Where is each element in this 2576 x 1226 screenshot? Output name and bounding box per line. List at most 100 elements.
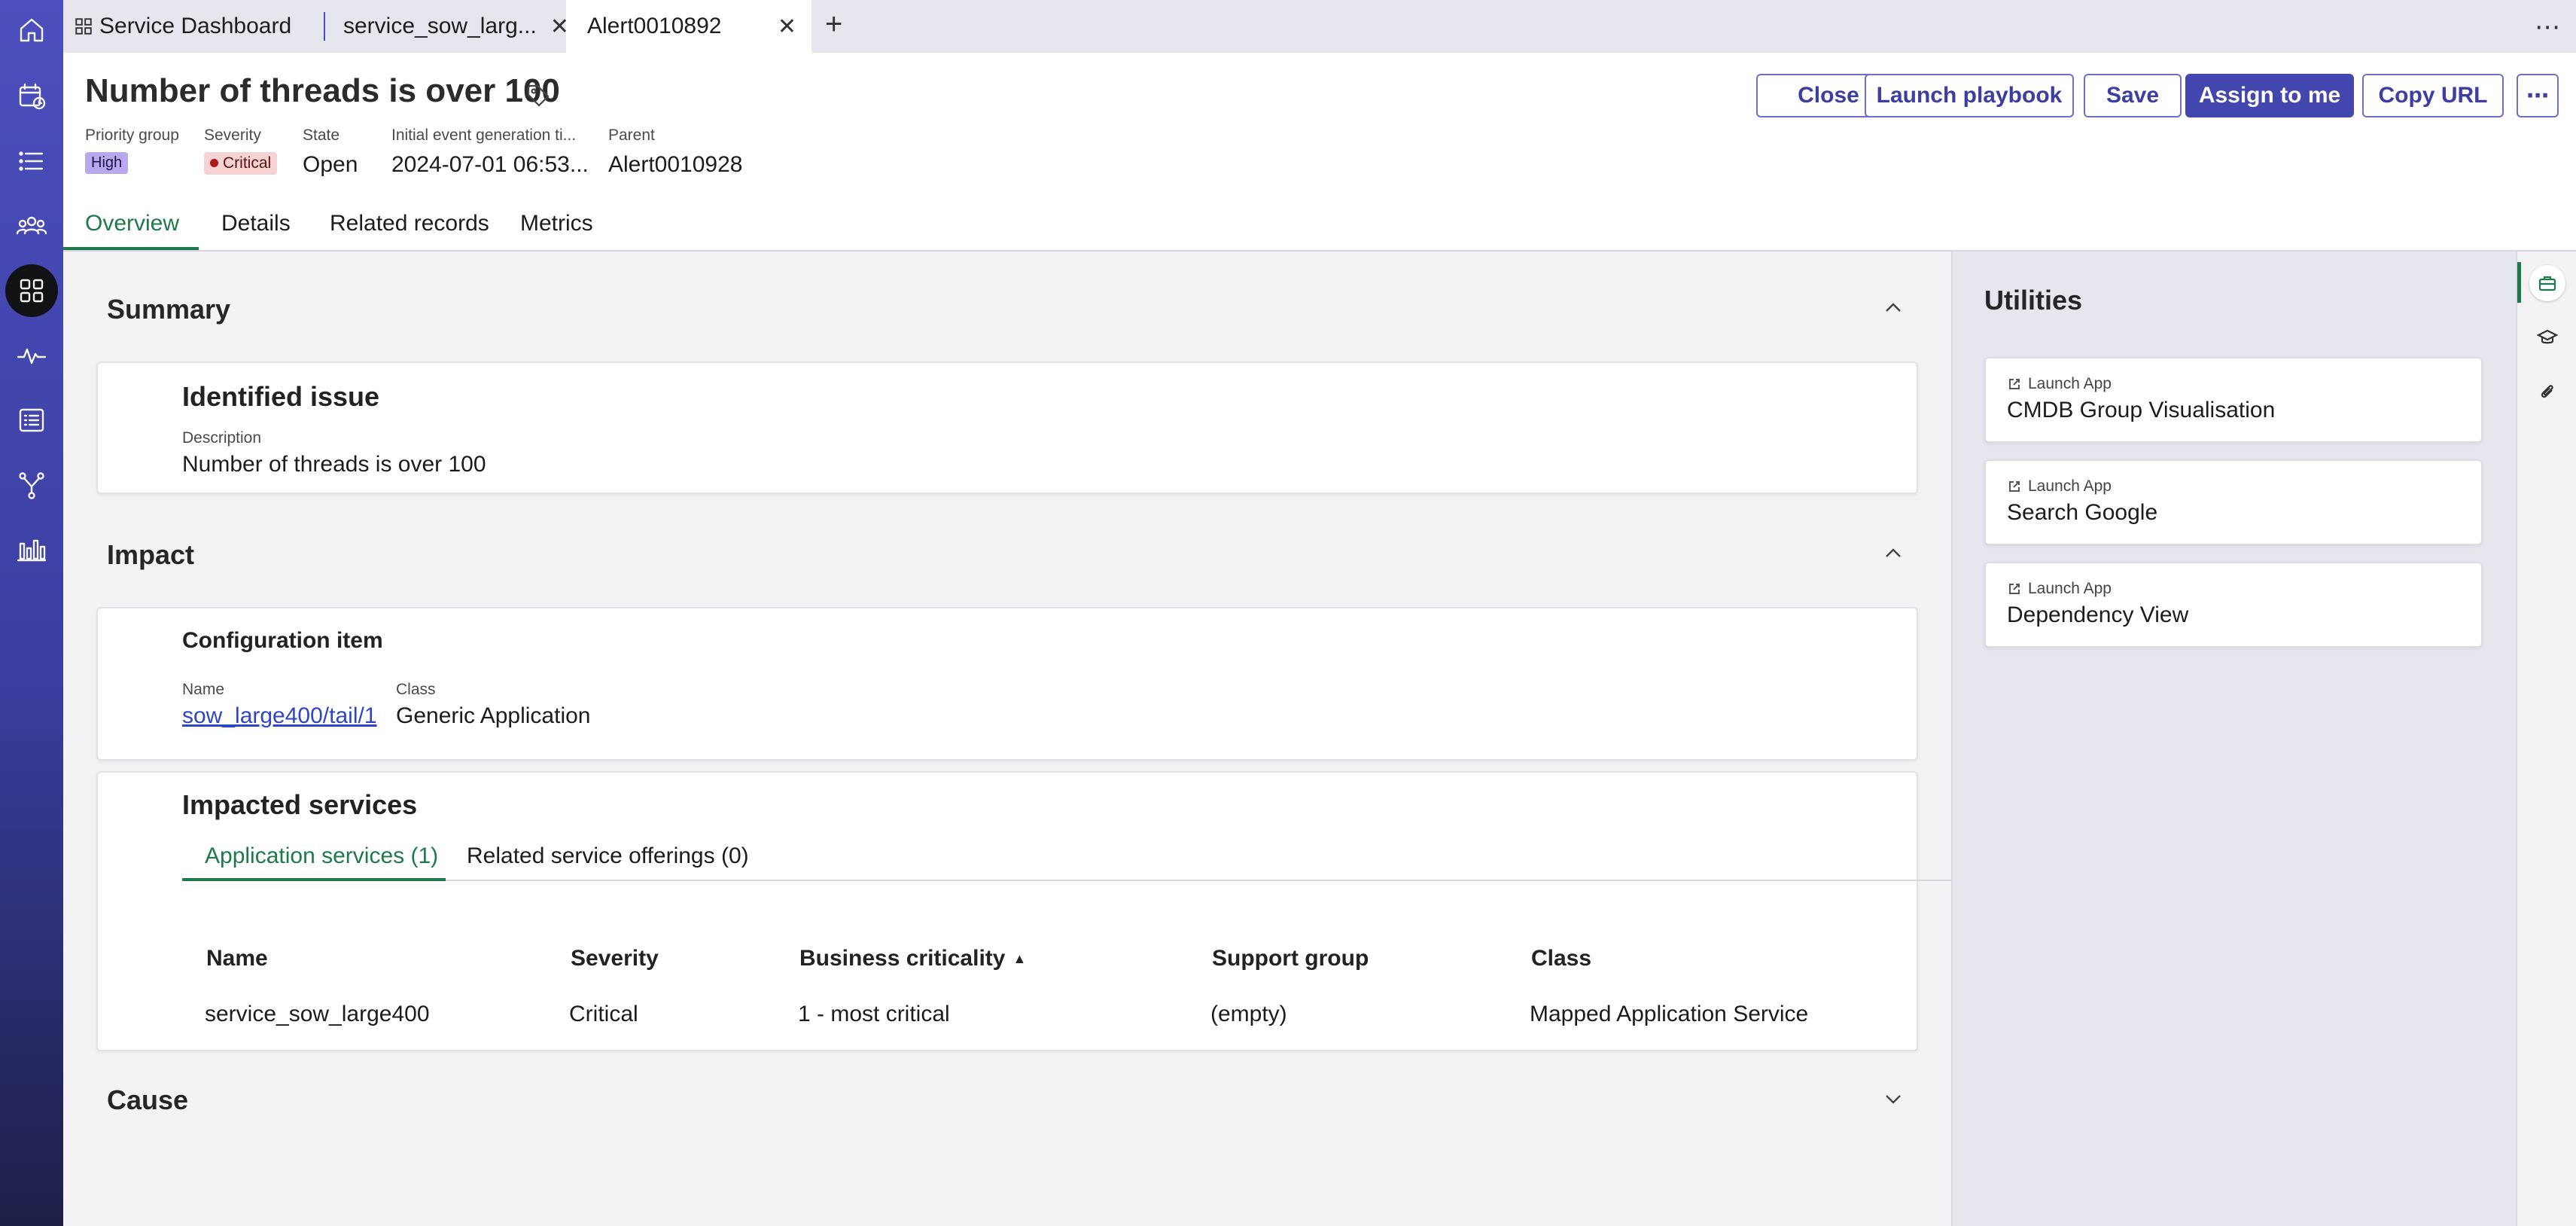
launch-app-label: Launch App: [2007, 375, 2112, 393]
column-header-name[interactable]: Name: [206, 946, 268, 971]
ci-class-value: Generic Application: [396, 703, 591, 728]
service-support-group: (empty): [1210, 1002, 1287, 1026]
ci-class-label: Class: [396, 681, 436, 698]
chevron-up-icon[interactable]: [1882, 297, 1905, 319]
parent-link[interactable]: Alert0010928: [608, 152, 742, 178]
field-label: Parent: [608, 127, 655, 144]
tab-related-service-offerings[interactable]: Related service offerings (0): [467, 843, 749, 869]
tab-service-dashboard[interactable]: Service Dashboard: [74, 0, 291, 53]
team-icon[interactable]: [9, 203, 54, 249]
utility-cmdb-group-visualisation[interactable]: Launch App CMDB Group Visualisation: [1984, 357, 2483, 443]
grid-icon: [75, 18, 92, 35]
add-tab-icon[interactable]: +: [825, 8, 842, 41]
more-icon[interactable]: ⋯: [2535, 12, 2561, 42]
utility-dependency-view[interactable]: Launch App Dependency View: [1984, 562, 2483, 648]
service-severity: Critical: [569, 1002, 638, 1026]
severity-badge: Critical: [204, 152, 278, 175]
utility-label: Dependency View: [2007, 602, 2189, 627]
priority-group-field: Priority group High: [85, 127, 179, 174]
service-name-link[interactable]: service_sow_large400: [205, 1002, 430, 1027]
state-field: State Open: [303, 127, 358, 178]
initial-event-field: Initial event generation ti... 2024-07-0…: [391, 127, 589, 178]
tab-details[interactable]: Details: [221, 211, 291, 236]
launch-playbook-button[interactable]: Launch playbook: [1865, 74, 2074, 117]
tab-application-services[interactable]: Application services (1): [205, 843, 438, 869]
initial-event-value: 2024-07-01 06:53...: [391, 152, 589, 177]
tab-service-sow[interactable]: service_sow_larg... ✕: [343, 0, 569, 53]
small-label: Launch App: [2028, 375, 2112, 392]
more-actions-button[interactable]: ⋯: [2517, 74, 2559, 117]
column-header-business-criticality[interactable]: Business criticality ▲: [799, 946, 1026, 971]
description-label: Description: [182, 429, 262, 447]
tab-label: service_sow_larg...: [343, 14, 537, 38]
utility-label: Search Google: [2007, 500, 2158, 525]
paperclip-icon[interactable]: [2529, 374, 2565, 410]
utility-label: CMDB Group Visualisation: [2007, 398, 2276, 422]
state-value: Open: [303, 152, 358, 177]
dashboard-grid-icon[interactable]: [5, 264, 58, 317]
tab-metrics[interactable]: Metrics: [520, 211, 593, 236]
tab-overview[interactable]: Overview: [85, 211, 179, 236]
card-title: Configuration item: [182, 628, 383, 653]
main-content: Summary Identified issue Description Num…: [63, 252, 1957, 1226]
utility-search-google[interactable]: Launch App Search Google: [1984, 459, 2483, 545]
launch-app-label: Launch App: [2007, 477, 2112, 496]
tab-label: Service Dashboard: [99, 14, 292, 38]
field-label: Severity: [204, 127, 261, 144]
column-header-class[interactable]: Class: [1531, 946, 1591, 971]
sort-asc-icon: ▲: [1012, 951, 1027, 966]
severity-field: Severity Critical: [204, 127, 278, 175]
service-criticality: 1 - most critical: [798, 1002, 950, 1026]
field-label: State: [303, 127, 340, 144]
tab-alert[interactable]: Alert0010892 ✕: [566, 0, 811, 53]
severity-value: Critical: [223, 154, 272, 172]
small-label: Launch App: [2028, 580, 2112, 597]
tab-related-records[interactable]: Related records: [330, 211, 489, 236]
toolbox-icon[interactable]: [2529, 265, 2565, 301]
card-title: Impacted services: [182, 789, 418, 820]
tab-label: Alert0010892: [587, 14, 722, 38]
external-link-icon: [2009, 379, 2020, 389]
list-icon[interactable]: [9, 139, 54, 184]
column-header-support-group[interactable]: Support group: [1212, 946, 1369, 971]
impact-section-title: Impact: [107, 539, 195, 570]
home-icon[interactable]: [9, 8, 54, 53]
launch-app-label: Launch App: [2007, 580, 2112, 598]
active-indicator: [2517, 262, 2521, 303]
bar-chart-icon[interactable]: [9, 527, 54, 572]
impacted-services-card: Impacted services Application services (…: [96, 771, 1957, 1051]
graduation-cap-icon[interactable]: [2529, 319, 2565, 355]
active-subtab-indicator: [182, 878, 446, 881]
calendar-clock-icon[interactable]: [9, 74, 54, 119]
chevron-down-icon[interactable]: [1882, 1087, 1905, 1110]
field-label: Priority group: [85, 127, 179, 144]
page-title: Number of threads is over 100: [85, 72, 560, 109]
document-list-icon[interactable]: [9, 398, 54, 443]
utilities-title: Utilities: [1984, 285, 2083, 316]
external-link-icon: [2009, 481, 2020, 492]
close-icon[interactable]: ✕: [778, 14, 796, 40]
field-label: Initial event generation ti...: [391, 127, 577, 144]
divider: [182, 880, 1957, 881]
branch-icon[interactable]: [9, 462, 54, 508]
tag-icon[interactable]: [525, 83, 551, 108]
contextual-side-strip: [2516, 252, 2576, 1226]
configuration-item-card: Configuration item Name sow_large400/tai…: [96, 607, 1918, 761]
chevron-up-icon[interactable]: [1882, 542, 1905, 565]
copy-url-button[interactable]: Copy URL: [2362, 74, 2504, 117]
service-class: Mapped Application Service: [1530, 1002, 1809, 1026]
priority-badge: High: [85, 152, 129, 174]
ci-name-link[interactable]: sow_large400/tail/1: [182, 703, 377, 729]
left-nav-rail: [0, 0, 63, 1226]
save-button[interactable]: Save: [2084, 74, 2182, 117]
parent-field: Parent Alert0010928: [608, 127, 742, 178]
assign-to-me-button[interactable]: Assign to me: [2185, 74, 2354, 117]
card-title: Identified issue: [182, 381, 380, 412]
column-header-severity[interactable]: Severity: [571, 946, 659, 971]
utilities-panel: Utilities Launch App CMDB Group Visualis…: [1951, 252, 2516, 1226]
external-link-icon: [2009, 584, 2020, 594]
activity-pulse-icon[interactable]: [9, 333, 54, 378]
workspace-tab-strip: Service Dashboard service_sow_larg... ✕ …: [63, 0, 2576, 53]
cause-section-title: Cause: [107, 1084, 189, 1115]
identified-issue-card: Identified issue Description Number of t…: [96, 361, 1918, 494]
